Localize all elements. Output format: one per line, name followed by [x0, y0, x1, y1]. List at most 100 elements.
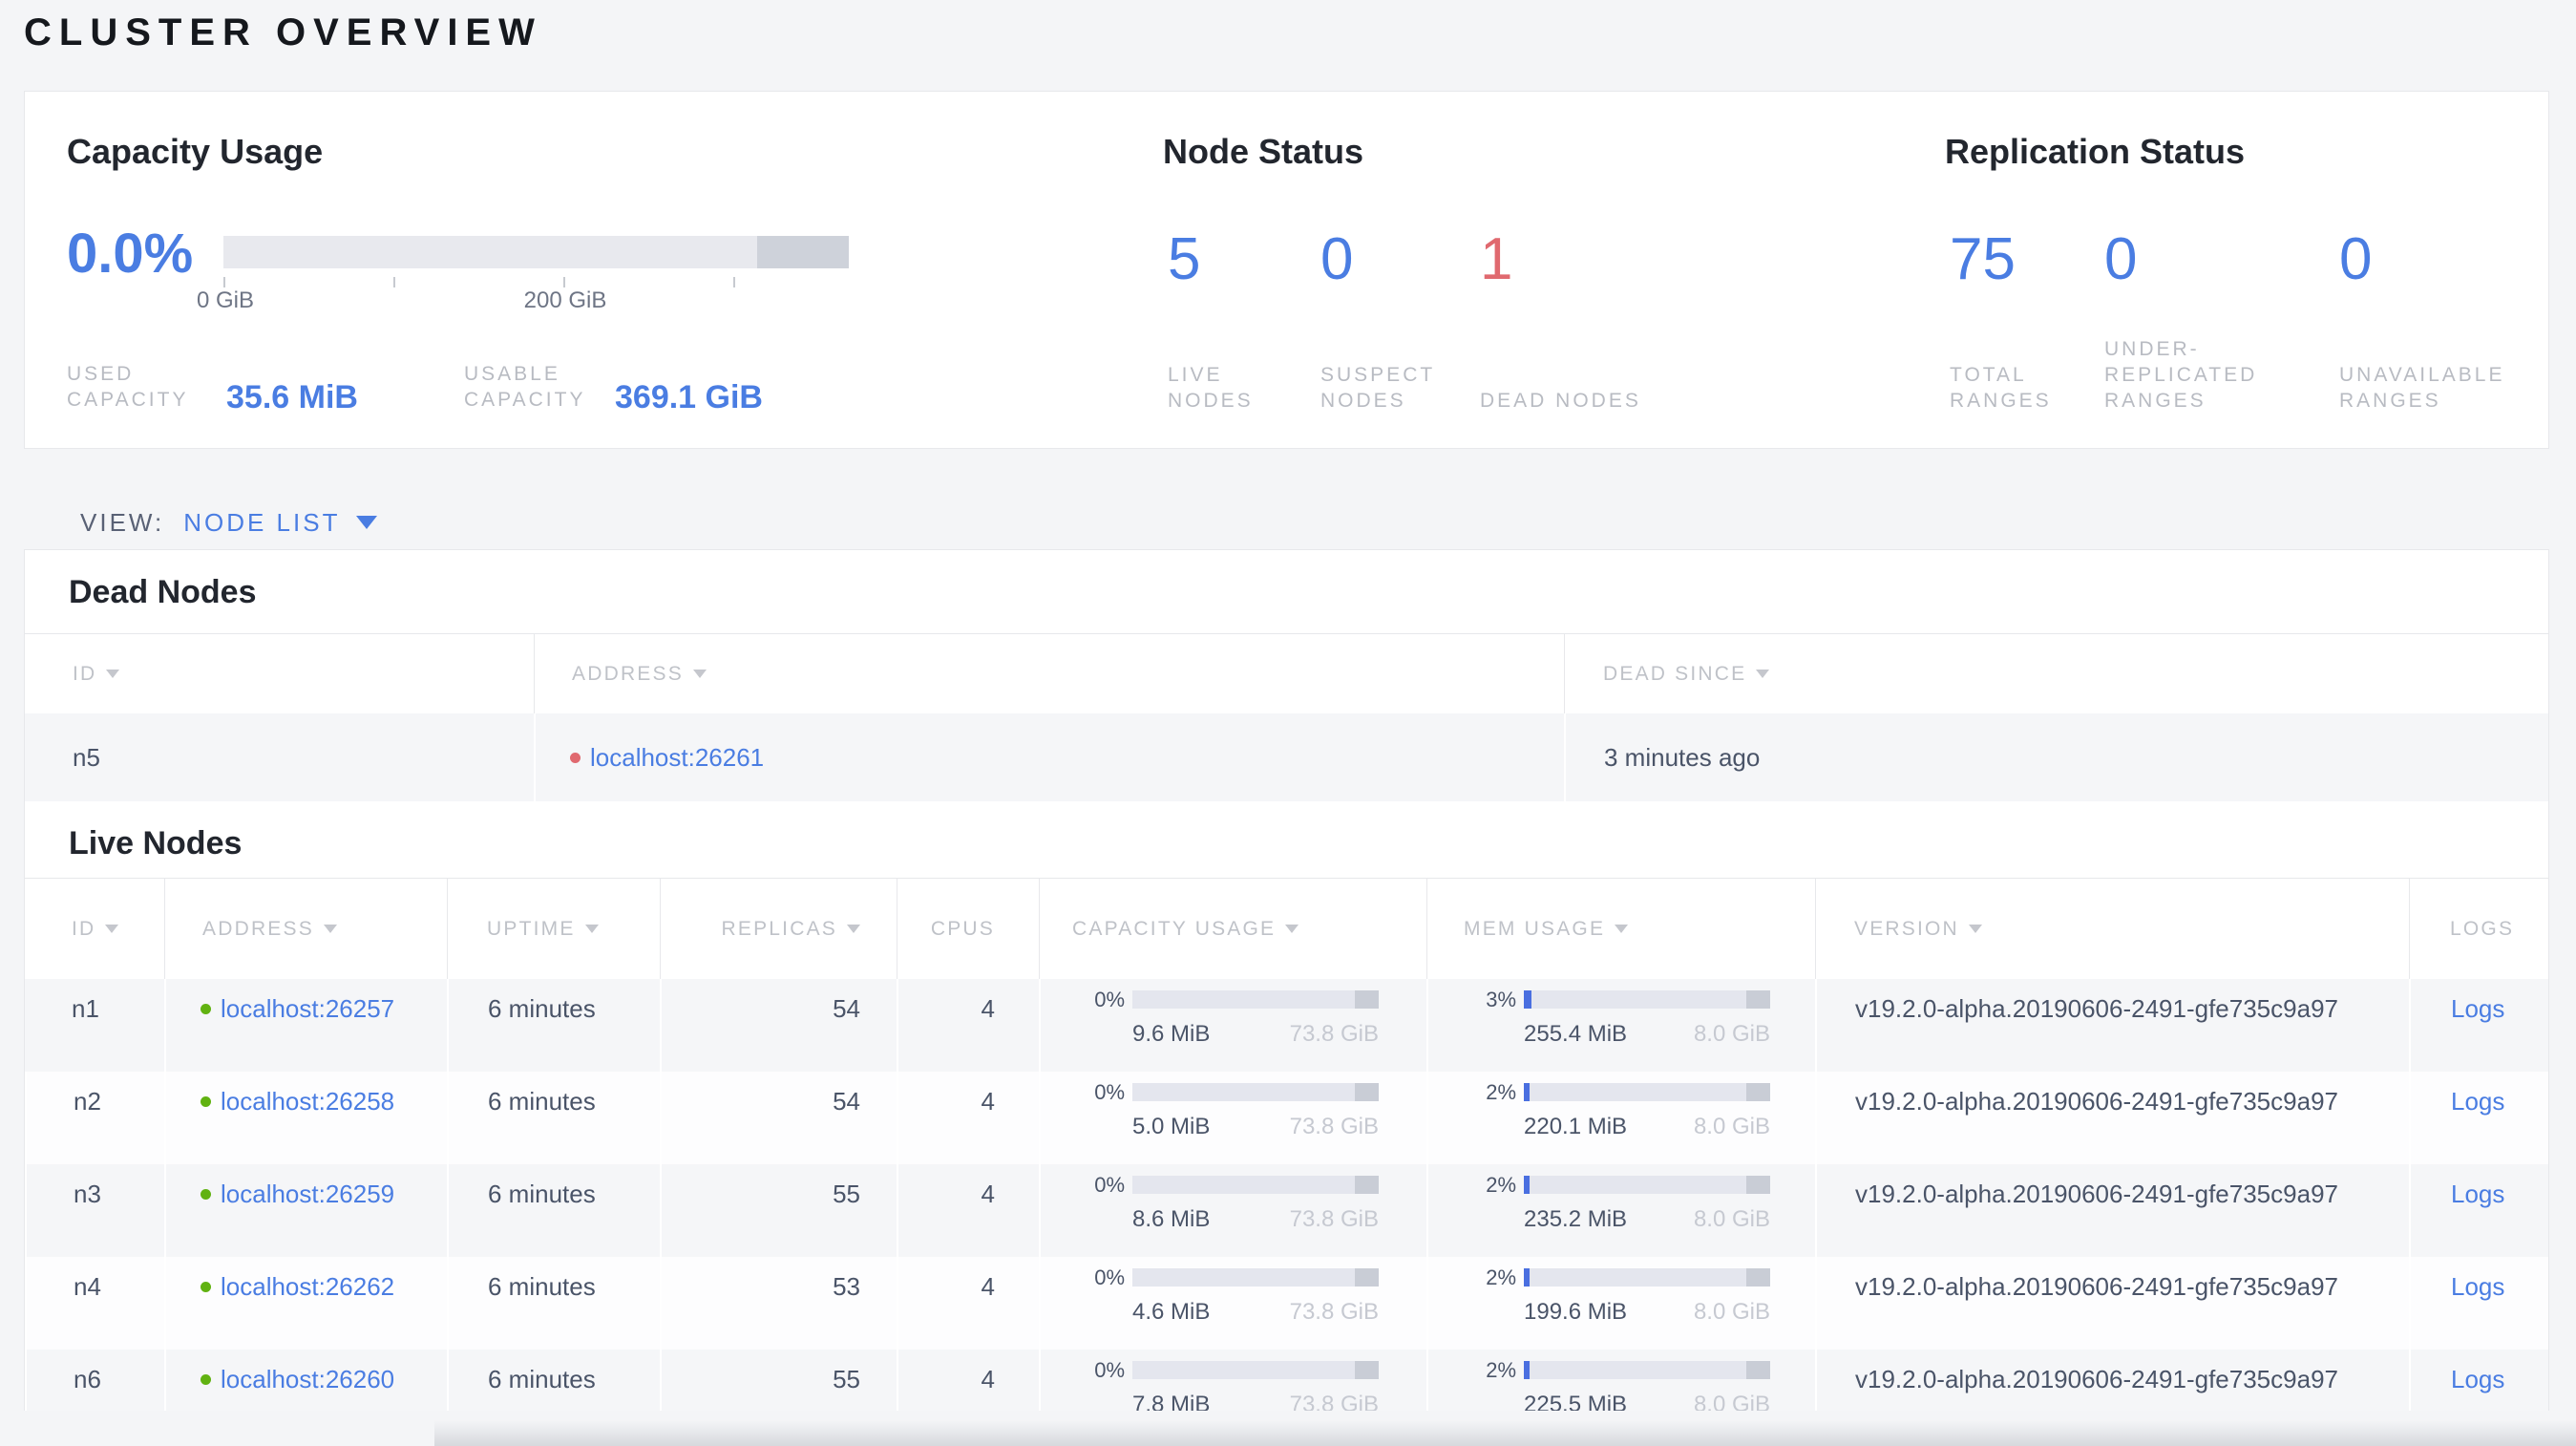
summary-stat-value: 1	[1480, 226, 1513, 292]
capacity-bar-reserved-segment	[1355, 1176, 1379, 1194]
mem-used-value: 220.1 MiB	[1524, 1114, 1628, 1139]
column-header-address[interactable]: ADDRESS	[534, 634, 1564, 713]
summary-stat-label: TOTAL RANGES	[1950, 364, 2052, 412]
capacity-used-value: 7.8 MiB	[1132, 1392, 1211, 1411]
logs-link[interactable]: Logs	[2451, 1272, 2504, 1301]
column-header-label: ID	[73, 662, 97, 685]
node-address-link[interactable]: localhost:26260	[221, 1365, 394, 1393]
bottom-shadow	[434, 1420, 2576, 1446]
column-header-replicas[interactable]: REPLICAS	[660, 879, 897, 979]
capacity-usage-percent: 0%	[1094, 1265, 1125, 1289]
column-header-label: CAPACITY USAGE	[1072, 917, 1277, 940]
capacity-usage-bar	[1132, 990, 1379, 1009]
capacity-usage-cell: 0% 4.6 MiB 73.8 GiB	[1039, 1257, 1426, 1350]
summary-stat: 75 TOTAL RANGES	[1950, 229, 2093, 414]
capacity-bar-reserved-segment	[1355, 990, 1379, 1009]
cluster-summary-card: Capacity Usage 0.0% 0 GiB 200 GiB USED C…	[24, 91, 2549, 449]
logs-cell: Logs	[2409, 1164, 2548, 1257]
version-cell: v19.2.0-alpha.20190606-2491-gfe735c9a97	[1815, 1072, 2409, 1164]
capacity-usage-bar	[1132, 1268, 1379, 1287]
node-address-link[interactable]: localhost:26259	[221, 1180, 394, 1208]
column-header-dead-since[interactable]: DEAD SINCE	[1564, 634, 2548, 713]
mem-usage-bar	[1524, 1361, 1770, 1379]
capacity-total-value: 73.8 GiB	[1289, 1392, 1379, 1411]
capacity-usage-bar	[1132, 1176, 1379, 1194]
node-address-link[interactable]: localhost:26262	[221, 1272, 394, 1301]
column-header-version[interactable]: VERSION	[1815, 879, 2409, 979]
cpus-value: 4	[981, 1365, 995, 1393]
column-header-id[interactable]: ID	[25, 634, 534, 713]
replication-status-stats: 75 TOTAL RANGES 0 UNDER-REPLICATED RANGES 0 U…	[1950, 229, 2561, 414]
sort-desc-icon	[105, 925, 119, 933]
capacity-usage-percent: 0%	[1094, 1173, 1125, 1197]
summary-stat-value: 0	[2104, 226, 2138, 292]
version-value: v19.2.0-alpha.20190606-2491-gfe735c9a97	[1855, 994, 2338, 1023]
capacity-usage-percent: 0%	[1094, 1358, 1125, 1382]
column-header-mem-usage[interactable]: MEM USAGE	[1426, 879, 1815, 979]
node-id-cell: n1	[25, 979, 164, 1072]
capacity-usage-bar	[1132, 1083, 1379, 1101]
capacity-usage-percent: 0%	[1094, 988, 1125, 1011]
dead-nodes-table: ID ADDRESS DEAD SINCE n5 localhost:26261 3 mi…	[25, 633, 2548, 801]
sort-desc-icon	[847, 925, 860, 933]
logs-link[interactable]: Logs	[2451, 1180, 2504, 1208]
capacity-stat-label: USABLE CAPACITY	[464, 363, 586, 411]
mem-usage-fill	[1524, 1268, 1530, 1287]
live-status-dot-icon	[201, 1003, 211, 1014]
summary-stat-value: 5	[1168, 226, 1201, 292]
view-dropdown-value: NODE LIST	[183, 507, 341, 537]
capacity-total-value: 73.8 GiB	[1289, 1021, 1379, 1047]
replicas-cell: 55	[660, 1350, 897, 1411]
capacity-usage-cell: 0% 5.0 MiB 73.8 GiB	[1039, 1072, 1426, 1164]
version-cell: v19.2.0-alpha.20190606-2491-gfe735c9a97	[1815, 1164, 2409, 1257]
node-id: n6	[74, 1365, 101, 1393]
capacity-axis-tick	[393, 277, 395, 287]
column-header-id[interactable]: ID	[25, 879, 164, 979]
cpus-cell: 4	[897, 1257, 1039, 1350]
cpus-value: 4	[981, 994, 995, 1023]
uptime-cell: 6 minutes	[447, 979, 660, 1072]
column-header-label: CPUS	[930, 917, 995, 940]
cpus-cell: 4	[897, 1164, 1039, 1257]
live-nodes-heading: Live Nodes	[69, 825, 243, 861]
view-dropdown[interactable]: NODE LIST	[183, 507, 378, 538]
sort-desc-icon	[1756, 670, 1770, 678]
version-value: v19.2.0-alpha.20190606-2491-gfe735c9a97	[1855, 1272, 2338, 1301]
replicas-value: 55	[833, 1180, 860, 1208]
nodes-tables-card: Dead Nodes ID ADDRESS DEAD SINCE n5 localhos…	[24, 549, 2549, 1411]
mem-total-value: 8.0 GiB	[1693, 1299, 1770, 1325]
node-address-cell: localhost:26261	[534, 713, 1564, 801]
node-id: n4	[74, 1272, 101, 1301]
replicas-cell: 54	[660, 979, 897, 1072]
replicas-cell: 55	[660, 1164, 897, 1257]
sort-desc-icon	[584, 925, 599, 933]
version-value: v19.2.0-alpha.20190606-2491-gfe735c9a97	[1855, 1365, 2338, 1393]
node-status-stats: 5 LIVE NODES 0 SUSPECT NODES 1 DEAD NODES	[1168, 229, 1702, 414]
live-status-dot-icon	[201, 1095, 211, 1107]
dead-nodes-heading: Dead Nodes	[69, 574, 257, 610]
summary-stat: 0 SUSPECT NODES	[1320, 229, 1473, 414]
mem-usage-cell: 2% 220.1 MiB 8.0 GiB	[1426, 1072, 1815, 1164]
node-id-cell: n5	[25, 713, 534, 801]
capacity-usage-cell: 0% 7.8 MiB 73.8 GiB	[1039, 1350, 1426, 1411]
mem-used-value: 199.6 MiB	[1524, 1299, 1628, 1325]
logs-link[interactable]: Logs	[2451, 1087, 2504, 1116]
capacity-usage-bar	[223, 236, 849, 268]
column-header-address[interactable]: ADDRESS	[164, 879, 447, 979]
capacity-used-value: 5.0 MiB	[1132, 1114, 1211, 1139]
column-header-capacity-usage[interactable]: CAPACITY USAGE	[1039, 879, 1426, 979]
column-header-uptime[interactable]: UPTIME	[447, 879, 660, 979]
node-address-link[interactable]: localhost:26257	[221, 994, 394, 1023]
capacity-total-value: 73.8 GiB	[1289, 1206, 1379, 1232]
sort-desc-icon	[323, 925, 337, 933]
logs-link[interactable]: Logs	[2451, 1365, 2504, 1393]
node-address-link[interactable]: localhost:26258	[221, 1087, 394, 1116]
mem-usage-fill	[1524, 1083, 1530, 1101]
mem-total-value: 8.0 GiB	[1693, 1021, 1770, 1047]
summary-stat-label: DEAD NODES	[1480, 390, 1641, 412]
summary-stat-label: LIVE NODES	[1168, 364, 1254, 412]
replicas-value: 54	[833, 1087, 860, 1116]
node-address-link[interactable]: localhost:26261	[590, 743, 764, 772]
logs-link[interactable]: Logs	[2451, 994, 2504, 1023]
mem-usage-bar	[1524, 1083, 1770, 1101]
